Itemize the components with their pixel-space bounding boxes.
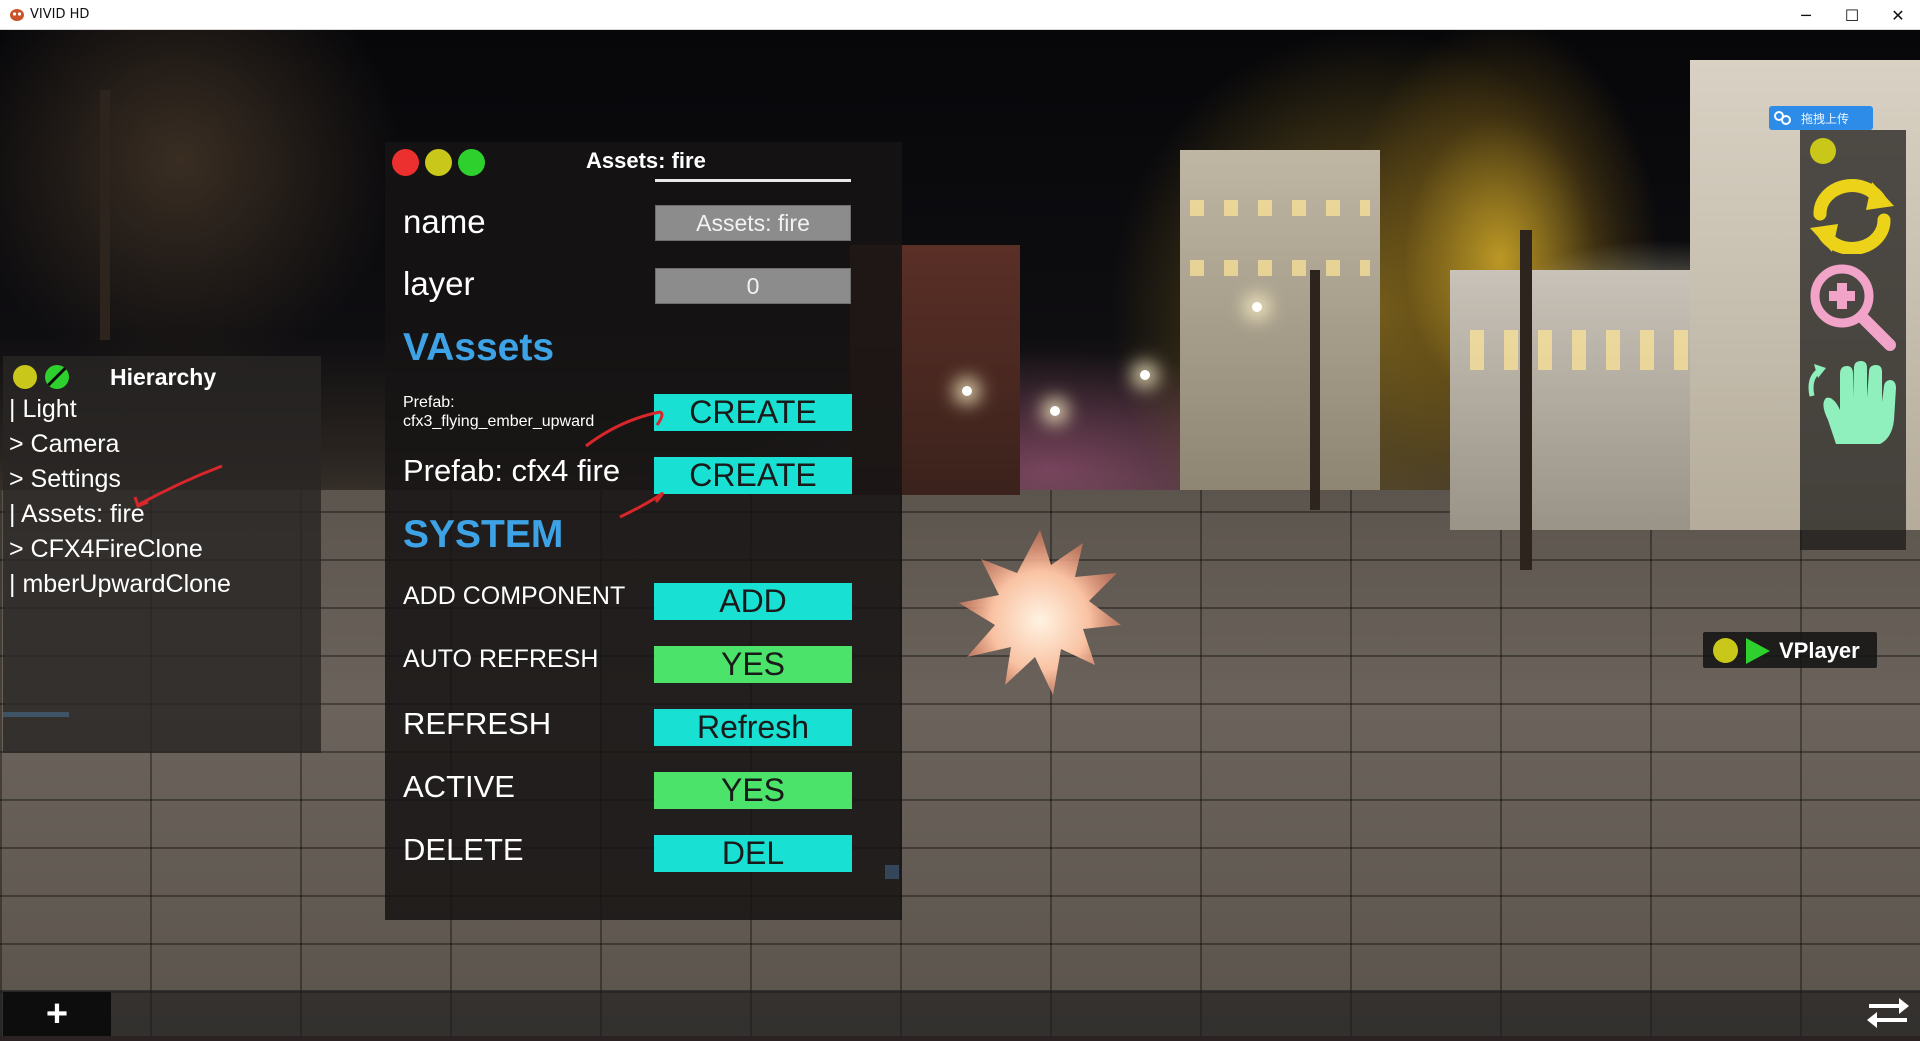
maximize-button[interactable]: ☐: [1829, 0, 1875, 30]
hierarchy-list: | Light > Camera > Settings | Assets: fi…: [9, 392, 231, 602]
hierarchy-scrollbar[interactable]: [3, 712, 69, 717]
refresh-button[interactable]: Refresh: [654, 709, 852, 746]
refresh-label: REFRESH: [403, 706, 552, 741]
vplayer-status-dot[interactable]: [1713, 638, 1738, 663]
toolbar-status-dot[interactable]: [1810, 138, 1836, 164]
add-button[interactable]: +: [3, 992, 111, 1036]
inspector-panel: Assets: fire name Assets: fire layer 0 V…: [385, 142, 902, 920]
add-component-label: ADD COMPONENT: [403, 582, 626, 610]
delete-label: DELETE: [403, 832, 524, 867]
hierarchy-item-cfx4fireclone[interactable]: > CFX4FireClone: [9, 532, 231, 567]
hierarchy-item-settings[interactable]: > Settings: [9, 462, 231, 497]
hierarchy-title: Hierarchy: [110, 364, 217, 390]
hierarchy-item-emberupwardclone[interactable]: | mberUpwardClone: [9, 567, 231, 602]
hierarchy-collapse-dot[interactable]: [13, 365, 37, 389]
inspector-title: Assets: fire: [586, 148, 706, 173]
vplayer-label: VPlayer: [1779, 638, 1860, 663]
zoom-in-icon[interactable]: [1806, 262, 1898, 352]
name-field[interactable]: Assets: fire: [655, 205, 851, 241]
create-prefab1-button[interactable]: CREATE: [654, 394, 852, 431]
close-button[interactable]: ✕: [1875, 0, 1920, 30]
active-label: ACTIVE: [403, 769, 515, 804]
layer-field[interactable]: 0: [655, 268, 851, 304]
building-windows: [1190, 200, 1370, 216]
refresh-icon[interactable]: [1806, 178, 1898, 254]
panel-resize-handle[interactable]: [885, 865, 899, 879]
auto-refresh-toggle[interactable]: YES: [654, 646, 852, 683]
window-title: VIVID HD: [30, 7, 90, 22]
section-system: SYSTEM: [403, 513, 564, 556]
street-lamp: [1252, 302, 1262, 312]
add-component-button[interactable]: ADD: [654, 583, 852, 620]
prefab2-label: Prefab: cfx4 fire: [403, 453, 621, 488]
street-lamp: [1050, 406, 1060, 416]
section-vassets: VAssets: [403, 326, 555, 369]
tree-trunk: [100, 90, 110, 340]
name-label: name: [403, 203, 486, 240]
inspector-close-dot[interactable]: [392, 149, 419, 176]
building-windows: [1190, 260, 1370, 276]
swap-arrows-icon[interactable]: [1863, 990, 1913, 1034]
upload-label: 拖拽上传: [1801, 111, 1850, 126]
hand-pan-icon[interactable]: [1806, 358, 1898, 448]
fire-particle-effect[interactable]: [955, 525, 1125, 700]
app-logo-icon: [10, 9, 24, 21]
tree-trunk: [1310, 270, 1320, 510]
window-titlebar: VIVID HD ─ ☐ ✕: [0, 0, 1920, 30]
bottom-bar: [0, 990, 1920, 1036]
inspector-expand-dot[interactable]: [458, 149, 485, 176]
street-lamp: [1140, 370, 1150, 380]
prefab1-label-line1: Prefab:: [403, 394, 455, 411]
title-underline: [655, 179, 851, 182]
hierarchy-item-light[interactable]: | Light: [9, 392, 231, 427]
shop-windows: [1470, 330, 1690, 370]
building-shops: [1450, 270, 1710, 530]
prefab1-label-line2: cfx3_flying_ember_upward: [403, 413, 595, 430]
auto-refresh-label: AUTO REFRESH: [403, 645, 599, 673]
play-icon[interactable]: [1746, 638, 1770, 664]
create-prefab2-button[interactable]: CREATE: [654, 457, 852, 494]
active-toggle[interactable]: YES: [654, 772, 852, 809]
inspector-minimize-dot[interactable]: [425, 149, 452, 176]
upload-button[interactable]: 拖拽上传: [1769, 106, 1873, 130]
hierarchy-toggle-dot[interactable]: [45, 365, 69, 389]
hierarchy-item-camera[interactable]: > Camera: [9, 427, 231, 462]
vplayer-widget: VPlayer: [1703, 632, 1877, 668]
delete-button[interactable]: DEL: [654, 835, 852, 872]
layer-label: layer: [403, 265, 475, 302]
street-lamp: [962, 386, 972, 396]
tree-trunk: [1520, 230, 1532, 570]
minimize-button[interactable]: ─: [1783, 0, 1829, 30]
cloud-sync-icon: [1774, 111, 1791, 125]
hierarchy-panel: Hierarchy | Light > Camera > Settings | …: [3, 356, 321, 753]
hierarchy-item-assets-fire[interactable]: | Assets: fire: [9, 497, 231, 532]
window-bottom-edge: [0, 1036, 1920, 1041]
